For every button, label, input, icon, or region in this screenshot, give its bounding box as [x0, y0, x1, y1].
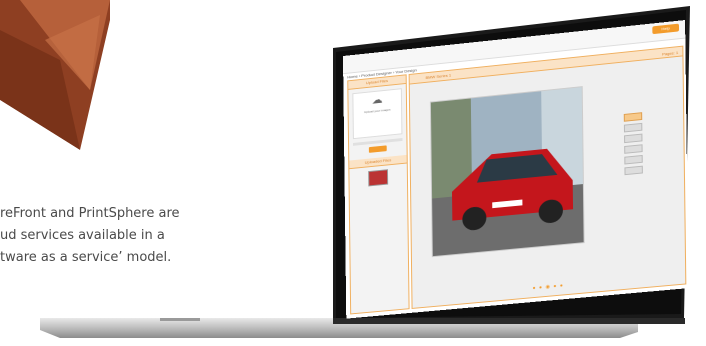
tool-button[interactable] — [624, 144, 643, 154]
upload-progress-bar — [352, 138, 403, 146]
laptop-screen: Help Home › Product Designer › Your Desi… — [0, 0, 706, 346]
pages-indicator[interactable]: Pages: 1 — [662, 48, 678, 58]
app-window: Help Home › Product Designer › Your Desi… — [343, 20, 689, 319]
design-canvas-panel: BMW Series 1 Pages: 1 ● ● ◉ ● ● — [408, 45, 687, 309]
uploaded-thumbnail[interactable] — [368, 169, 389, 187]
tool-button[interactable] — [623, 112, 643, 122]
left-panel: Upload Files ☁ Upload your images Upload… — [347, 74, 410, 315]
upload-button[interactable] — [368, 145, 387, 153]
uploaded-panel-header: Uploaded Files — [349, 154, 407, 170]
toolbar-vertical — [623, 109, 643, 178]
canvas-title: BMW Series 1 — [425, 72, 452, 80]
pagination-dots[interactable]: ● ● ◉ ● ● — [533, 283, 564, 292]
upload-dropzone[interactable]: ☁ Upload your images — [352, 88, 403, 140]
tool-button[interactable] — [624, 133, 643, 144]
help-button[interactable]: Help — [652, 23, 680, 35]
tool-button[interactable] — [624, 165, 643, 176]
tool-button[interactable] — [623, 122, 643, 133]
tool-button[interactable] — [624, 154, 643, 165]
car-photo[interactable] — [429, 86, 585, 258]
